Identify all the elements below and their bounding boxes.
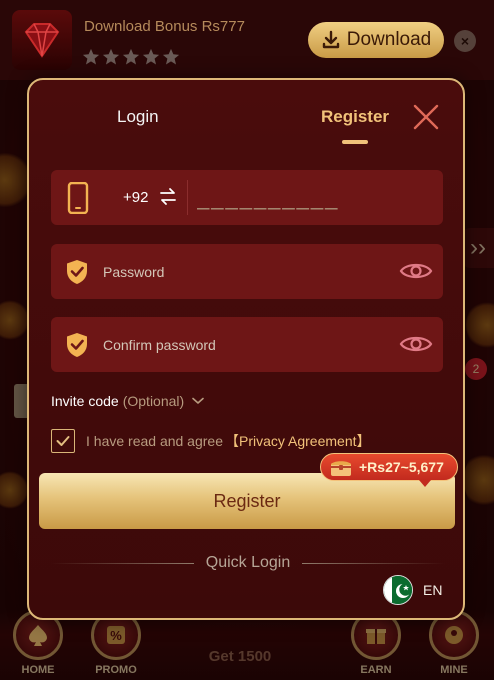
quick-login-label: Quick Login bbox=[205, 554, 291, 571]
modal-close-button[interactable] bbox=[411, 102, 441, 132]
language-label: EN bbox=[423, 582, 443, 598]
divider-line bbox=[302, 562, 445, 564]
download-button[interactable]: Download bbox=[308, 22, 444, 58]
close-icon bbox=[413, 104, 439, 130]
confirm-password-field bbox=[51, 317, 443, 372]
checkmark-icon bbox=[56, 436, 70, 446]
confirm-password-input[interactable] bbox=[103, 327, 383, 362]
agreement-checkbox[interactable] bbox=[51, 429, 75, 453]
chevron-down-icon bbox=[192, 397, 204, 404]
star-icon bbox=[142, 48, 160, 66]
password-field bbox=[51, 244, 443, 299]
privacy-agreement-link[interactable]: 【Privacy Agreement】 bbox=[225, 431, 371, 451]
phone-field: +92 bbox=[51, 170, 443, 225]
register-modal: Login Register +92 __________ Invite cod… bbox=[27, 78, 465, 620]
tab-register[interactable]: Register bbox=[321, 107, 389, 127]
star-icon bbox=[82, 48, 100, 66]
phone-input[interactable] bbox=[197, 180, 433, 215]
invite-code-toggle[interactable]: Invite code (Optional) bbox=[51, 393, 204, 409]
register-button[interactable]: Register bbox=[39, 473, 455, 529]
download-banner: Download Bonus Rs777 Download × bbox=[0, 0, 494, 80]
bonus-badge: +Rs27~5,677 bbox=[320, 453, 458, 481]
shield-icon bbox=[67, 333, 87, 357]
star-icon bbox=[162, 48, 180, 66]
language-selector[interactable]: EN bbox=[383, 575, 442, 605]
treasure-chest-icon bbox=[331, 461, 351, 476]
eye-icon[interactable] bbox=[399, 332, 433, 356]
invite-code-label: Invite code bbox=[51, 393, 119, 409]
active-tab-indicator bbox=[342, 140, 368, 144]
password-input[interactable] bbox=[103, 254, 383, 289]
phone-icon bbox=[67, 182, 89, 214]
invite-code-optional: (Optional) bbox=[122, 393, 185, 409]
agreement-row: I have read and agree 【Privacy Agreement… bbox=[51, 429, 371, 453]
banner-title: Download Bonus Rs777 bbox=[84, 18, 245, 35]
rating-stars bbox=[82, 48, 180, 66]
country-code-selector[interactable]: +92 bbox=[123, 189, 148, 206]
divider-line bbox=[51, 562, 194, 564]
bonus-badge-tail bbox=[419, 480, 431, 487]
star-icon bbox=[122, 48, 140, 66]
shield-icon bbox=[67, 260, 87, 284]
download-icon bbox=[322, 30, 339, 49]
app-logo bbox=[12, 10, 72, 70]
agreement-text: I have read and agree bbox=[86, 433, 223, 449]
eye-icon[interactable] bbox=[399, 259, 433, 283]
banner-close-button[interactable]: × bbox=[454, 30, 476, 52]
download-label: Download bbox=[346, 29, 432, 50]
star-icon bbox=[102, 48, 120, 66]
pakistan-flag-icon bbox=[383, 575, 413, 605]
quick-login-divider: Quick Login bbox=[51, 552, 445, 574]
bonus-amount: +Rs27~5,677 bbox=[359, 459, 444, 475]
tab-login[interactable]: Login bbox=[117, 107, 159, 127]
field-divider bbox=[187, 180, 188, 215]
swap-icon[interactable] bbox=[159, 187, 177, 207]
